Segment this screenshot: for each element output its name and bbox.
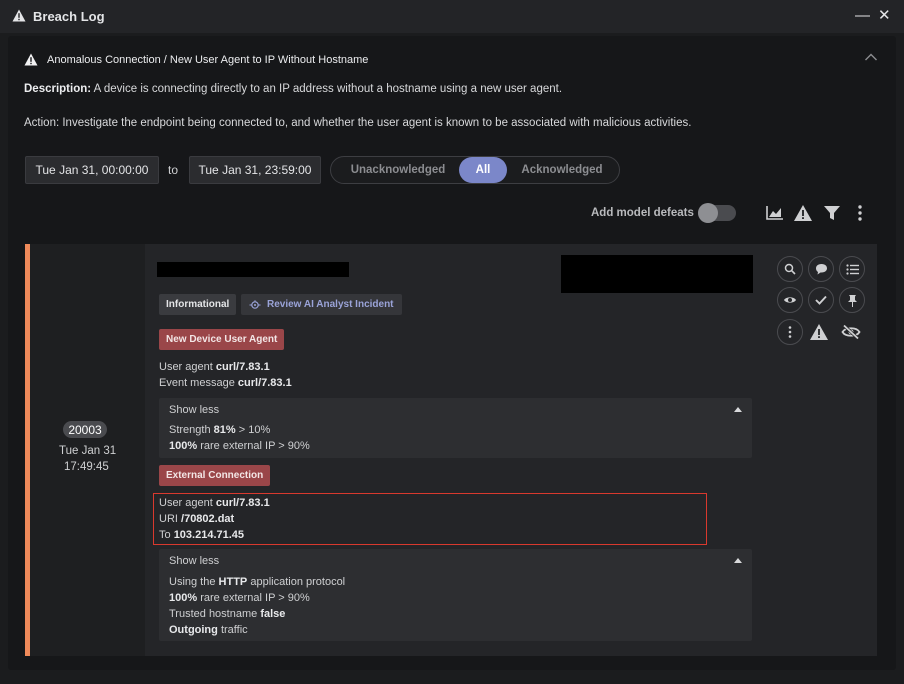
component2-details: Show less Using the HTTP application pro… [159, 549, 752, 641]
rare-ip-text: rare external IP > 90% [200, 440, 310, 452]
ai-analyst-icon [249, 299, 261, 309]
caret-up-icon[interactable] [734, 406, 742, 412]
trusted-hostname-value: false [260, 608, 286, 620]
breach-log-window: Breach Log — ✕ Anomalous Connection / Ne… [0, 0, 904, 684]
protocol-value: HTTP [218, 576, 248, 588]
pin-icon [847, 294, 857, 307]
title-bar: Breach Log — ✕ [0, 0, 904, 33]
warning-icon[interactable] [793, 204, 813, 222]
severity-tag: Informational [159, 294, 237, 315]
event-message-row: Event message curl/7.83.1 [159, 377, 292, 389]
eye-slash-icon [841, 324, 861, 340]
pin-button[interactable] [839, 287, 865, 313]
segment-all[interactable]: All [459, 157, 507, 183]
strength-row: Strength 81% > 10% [169, 424, 270, 436]
user-agent-label: User agent [159, 361, 213, 373]
traffic-direction-text: traffic [220, 624, 248, 636]
show-less-toggle[interactable]: Show less [169, 555, 219, 567]
alert-description: Description: A device is connecting dire… [24, 83, 562, 95]
description-label: Description: [24, 83, 92, 95]
redacted-device-name [157, 262, 349, 277]
add-model-defeats-label: Add model defeats [591, 207, 694, 219]
breach-count-badge: 20003 [63, 421, 107, 438]
window-title: Breach Log [33, 9, 105, 24]
strength-label: Strength [169, 424, 211, 436]
search-button[interactable] [777, 256, 803, 282]
component-tag-external-connection: External Connection [159, 465, 271, 486]
breach-date: Tue Jan 31 [59, 445, 117, 457]
segment-acknowledged[interactable]: Acknowledged [509, 157, 615, 183]
warning-icon [12, 9, 26, 22]
acknowledge-button[interactable] [808, 287, 834, 313]
list-button[interactable] [839, 256, 865, 282]
event-message-value: curl/7.83.1 [237, 377, 292, 389]
highlight-box [153, 493, 707, 545]
more-vertical-icon [788, 326, 792, 338]
search-icon [784, 263, 796, 275]
list-icon [845, 263, 859, 275]
chart-icon[interactable] [765, 204, 785, 222]
component-tag-new-device-user-agent: New Device User Agent [159, 329, 285, 350]
warning-icon [810, 324, 828, 340]
watch-button[interactable] [777, 287, 803, 313]
minimize-button[interactable]: — [855, 7, 870, 24]
trusted-hostname-label: Trusted hostname [169, 608, 258, 620]
add-model-defeats-toggle[interactable] [698, 203, 736, 223]
to-date-input[interactable]: Tue Jan 31, 23:59:00 [189, 156, 321, 184]
traffic-direction-value: Outgoing [169, 624, 218, 636]
review-ai-analyst-button[interactable]: Review AI Analyst Incident [241, 294, 402, 315]
alert-title: Anomalous Connection / New User Agent to… [47, 54, 369, 66]
protocol-suffix: application protocol [250, 576, 346, 588]
protocol-row: Using the HTTP application protocol [169, 576, 345, 588]
trusted-hostname-row: Trusted hostname false [169, 608, 285, 620]
more-options-button[interactable] [777, 319, 803, 345]
rare-ip-row: 100% rare external IP > 90% [169, 592, 310, 604]
review-ai-analyst-label: Review AI Analyst Incident [267, 299, 394, 310]
eye-icon [784, 297, 796, 303]
chevron-up-icon[interactable] [864, 52, 878, 62]
more-vertical-icon[interactable] [850, 204, 870, 222]
filter-icon[interactable] [822, 204, 842, 222]
user-agent-row: User agent curl/7.83.1 [159, 361, 270, 373]
caret-up-icon[interactable] [734, 557, 742, 563]
check-icon [815, 295, 827, 305]
user-agent-value: curl/7.83.1 [215, 361, 270, 373]
show-less-toggle[interactable]: Show less [169, 404, 219, 416]
rare-ip-value: 100% [169, 592, 198, 604]
close-button[interactable]: ✕ [878, 6, 891, 24]
strength-value: 81% [213, 424, 236, 436]
rare-ip-text: rare external IP > 90% [200, 592, 310, 604]
description-text: A device is connecting directly to an IP… [93, 83, 563, 95]
strength-threshold: > 10% [238, 424, 271, 436]
from-date-input[interactable]: Tue Jan 31, 00:00:00 [25, 156, 159, 184]
comment-button[interactable] [808, 256, 834, 282]
event-message-label: Event message [159, 377, 235, 389]
alert-action: Action: Investigate the endpoint being c… [24, 117, 692, 129]
hide-button[interactable] [838, 319, 864, 345]
protocol-prefix: Using the [169, 576, 216, 588]
comment-icon [815, 264, 827, 275]
rare-ip-value: 100% [169, 440, 198, 452]
breach-time: 17:49:45 [64, 461, 109, 473]
to-label: to [168, 163, 179, 177]
redacted-device-info [561, 255, 753, 293]
warning-icon [24, 53, 38, 66]
toggle-knob [698, 203, 718, 223]
component1-details: Show less Strength 81% > 10% 100% rare e… [159, 398, 752, 458]
acknowledgement-filter: Unacknowledged All Acknowledged [330, 156, 620, 184]
model-warning-button[interactable] [806, 319, 832, 345]
traffic-direction-row: Outgoing traffic [169, 624, 248, 636]
segment-unacknowledged[interactable]: Unacknowledged [337, 157, 459, 183]
rare-ip-row: 100% rare external IP > 90% [169, 440, 310, 452]
